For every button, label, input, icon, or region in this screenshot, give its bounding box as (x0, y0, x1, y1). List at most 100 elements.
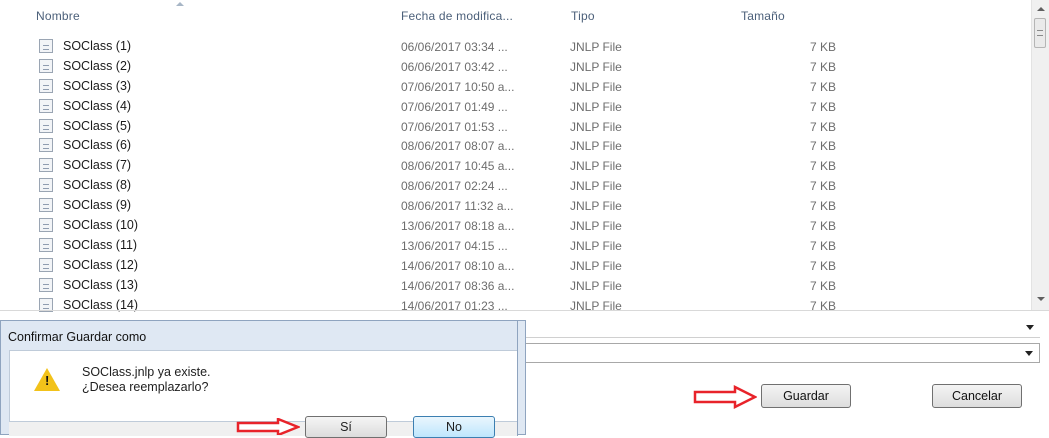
file-date: 08/06/2017 08:07 a... (401, 139, 515, 154)
scroll-thumb[interactable] (1034, 18, 1046, 48)
file-date: 06/06/2017 03:42 ... (401, 59, 508, 74)
jnlp-file-icon (39, 198, 53, 213)
file-date: 08/06/2017 02:24 ... (401, 179, 508, 194)
file-name: SOClass (8) (63, 178, 132, 193)
scroll-up-icon[interactable] (1037, 7, 1045, 11)
file-row[interactable]: SOClass (7) 08/06/2017 10:45 a... JNLP Fil… (0, 156, 1031, 176)
file-name: SOClass (11) (63, 237, 138, 252)
file-row[interactable]: SOClass (5) 07/06/2017 01:53 ... JNLP File… (0, 117, 1031, 137)
file-row[interactable]: SOClass (1) 06/06/2017 03:34 ... JNLP File… (0, 37, 1031, 57)
file-type: JNLP File (570, 219, 622, 234)
file-row[interactable]: SOClass (3) 07/06/2017 10:50 a... JNLP Fil… (0, 77, 1031, 97)
file-row[interactable]: SOClass (10) 13/06/2017 08:18 a... JNLP Fi… (0, 216, 1031, 236)
file-size: 7 KB (809, 139, 836, 154)
file-type: JNLP File (570, 139, 622, 154)
jnlp-file-icon (39, 138, 53, 153)
file-type: JNLP File (570, 119, 622, 134)
file-name: SOClass (1) (63, 39, 132, 53)
jnlp-file-icon (39, 98, 53, 113)
chevron-down-icon[interactable] (1026, 325, 1034, 330)
annotation-arrow-icon (693, 385, 757, 409)
file-type: JNLP File (570, 159, 622, 174)
file-type: JNLP File (570, 199, 622, 214)
file-type: JNLP File (570, 59, 622, 74)
jnlp-file-icon (39, 218, 53, 233)
file-size: 7 KB (809, 59, 836, 74)
file-type: JNLP File (570, 79, 622, 94)
file-name: SOClass (6) (63, 138, 132, 153)
file-row[interactable]: SOClass (4) 07/06/2017 01:49 ... JNLP File… (0, 97, 1031, 117)
file-size: 7 KB (809, 40, 836, 54)
file-date: 13/06/2017 04:15 ... (401, 238, 508, 253)
file-type: JNLP File (570, 258, 622, 273)
file-name: SOClass (2) (63, 58, 132, 73)
file-name: SOClass (3) (63, 78, 132, 93)
dialog-message-line1: SOClass.jnlp ya existe. (82, 365, 211, 379)
column-name[interactable]: Nombre (36, 9, 80, 23)
sort-ascending-icon (176, 2, 184, 6)
warning-icon-mark: ! (45, 373, 50, 388)
file-name: SOClass (7) (63, 158, 132, 173)
file-size: 7 KB (809, 278, 836, 293)
file-name: SOClass (13) (63, 277, 139, 292)
dialog-title: Confirmar Guardar como (8, 330, 147, 344)
column-size[interactable]: Tamaño (741, 9, 785, 23)
file-type: JNLP File (570, 40, 622, 54)
divider (0, 310, 1049, 311)
file-date: 07/06/2017 10:50 a... (401, 79, 515, 94)
jnlp-file-icon (39, 158, 53, 173)
file-date: 07/06/2017 01:49 ... (401, 99, 508, 114)
file-date: 14/06/2017 08:10 a... (401, 258, 515, 273)
file-name: SOClass (5) (63, 118, 132, 133)
file-size: 7 KB (809, 199, 836, 214)
file-list: SOClass (1) 06/06/2017 03:34 ... JNLP File… (0, 37, 1031, 315)
file-row[interactable]: SOClass (13) 14/06/2017 08:36 a... JNLP Fi… (0, 276, 1031, 296)
file-row[interactable]: SOClass (8) 08/06/2017 02:24 ... JNLP File… (0, 176, 1031, 196)
filetype-select[interactable] (518, 343, 1040, 363)
column-date[interactable]: Fecha de modifica... (401, 9, 513, 23)
dialog-body: ! SOClass.jnlp ya existe. ¿Desea reempla… (9, 350, 518, 422)
file-date: 07/06/2017 01:53 ... (401, 119, 508, 134)
file-size: 7 KB (809, 159, 836, 174)
save-button[interactable]: Guardar (761, 384, 851, 408)
file-date: 08/06/2017 11:32 a... (401, 199, 514, 214)
scroll-down-icon[interactable] (1037, 297, 1045, 301)
chevron-down-icon[interactable] (1025, 351, 1033, 356)
file-size: 7 KB (809, 258, 836, 273)
dialog-border (517, 321, 518, 436)
file-row[interactable]: SOClass (11) 13/06/2017 04:15 ... JNLP Fil… (0, 236, 1031, 256)
jnlp-file-icon (39, 39, 53, 53)
jnlp-file-icon (39, 237, 53, 252)
jnlp-file-icon (39, 257, 53, 272)
file-row[interactable]: SOClass (9) 08/06/2017 11:32 a... JNLP Fil… (0, 196, 1031, 216)
file-date: 14/06/2017 08:36 a... (401, 278, 515, 293)
file-size: 7 KB (809, 219, 836, 234)
jnlp-file-icon (39, 78, 53, 93)
file-type: JNLP File (570, 278, 622, 293)
file-date: 13/06/2017 08:18 a... (401, 219, 515, 234)
vertical-scrollbar[interactable] (1031, 0, 1049, 310)
file-row[interactable]: SOClass (12) 14/06/2017 08:10 a... JNLP Fi… (0, 256, 1031, 276)
file-size: 7 KB (809, 79, 836, 94)
annotation-arrow-icon (236, 418, 300, 435)
file-size: 7 KB (809, 99, 836, 114)
file-row[interactable]: SOClass (2) 06/06/2017 03:42 ... JNLP File… (0, 57, 1031, 77)
file-date: 08/06/2017 10:45 a... (401, 159, 515, 174)
file-row[interactable]: SOClass (6) 08/06/2017 08:07 a... JNLP Fil… (0, 136, 1031, 156)
column-header: Nombre Fecha de modifica... Tipo Tamaño (0, 0, 1031, 30)
file-row[interactable]: SOClass (14) 14/06/2017 01:23 ... JNLP Fil… (0, 296, 1031, 316)
file-name: SOClass (4) (63, 98, 132, 113)
dialog-message-line2: ¿Desea reemplazarlo? (82, 380, 209, 394)
file-size: 7 KB (809, 238, 836, 253)
file-name: SOClass (10) (63, 218, 139, 233)
jnlp-file-icon (39, 277, 53, 292)
file-date: 06/06/2017 03:34 ... (401, 40, 508, 54)
file-type: JNLP File (570, 179, 622, 194)
file-name: SOClass (9) (63, 198, 132, 213)
file-type: JNLP File (570, 99, 622, 114)
column-type[interactable]: Tipo (571, 9, 595, 23)
filename-field[interactable] (518, 318, 1040, 338)
jnlp-file-icon (39, 58, 53, 73)
file-size: 7 KB (809, 179, 836, 194)
cancel-button[interactable]: Cancelar (932, 384, 1022, 408)
